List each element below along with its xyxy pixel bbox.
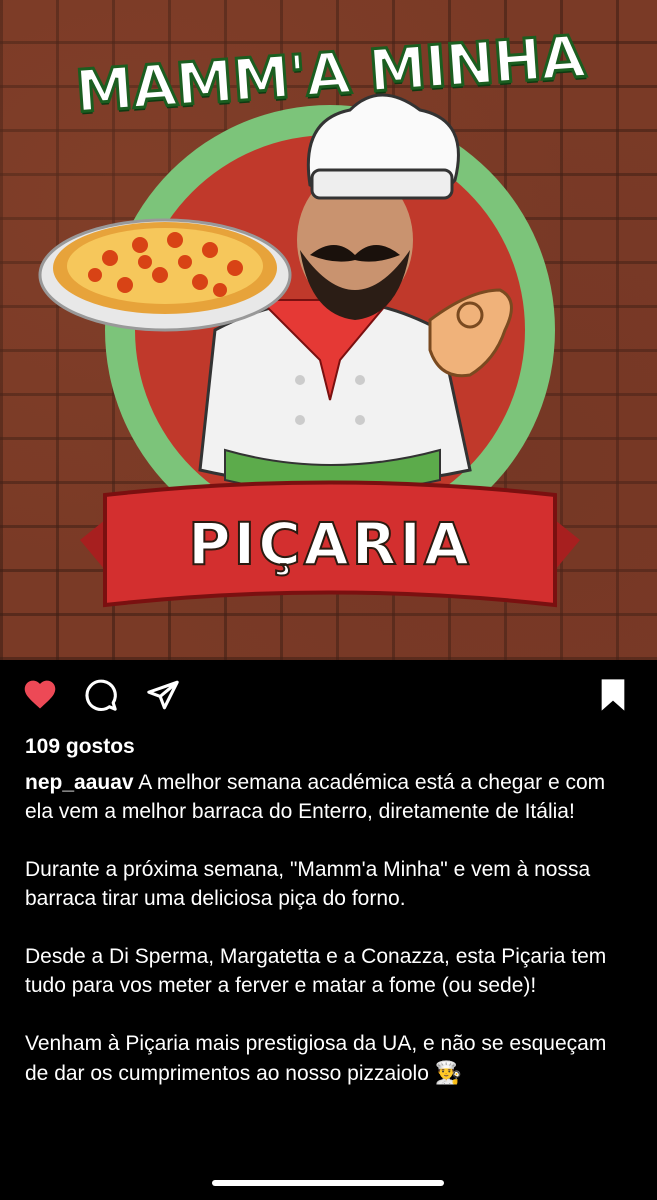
comment-icon[interactable] [84,678,118,717]
caption-username[interactable]: nep_aauav [25,771,134,794]
post-action-bar [0,672,657,722]
banner-text: PIÇARIA [187,509,472,579]
heart-icon[interactable] [22,678,58,715]
caption-paragraph-4: Venham à Piçaria mais prestigiosa da UA,… [25,1029,635,1088]
chef-emoji: 👨‍🍳 [434,1060,463,1085]
post-caption: nep_aauav A melhor semana académica está… [25,768,635,1117]
caption-paragraph-2: Durante a próxima semana, "Mamm'a Minha"… [25,858,591,910]
likes-count[interactable]: 109 gostos [25,735,135,759]
bookmark-icon[interactable] [598,678,628,717]
caption-text-4: Venham à Piçaria mais prestigiosa da UA,… [25,1032,607,1085]
post-image[interactable]: MAMM'A MINHA PIÇARIA [0,0,657,660]
home-indicator[interactable] [212,1180,444,1186]
caption-paragraph-1: nep_aauav A melhor semana académica está… [25,768,635,826]
caption-paragraph-3: Desde a Di Sperma, Margatetta e a Conazz… [25,945,607,997]
send-icon[interactable] [146,678,180,717]
